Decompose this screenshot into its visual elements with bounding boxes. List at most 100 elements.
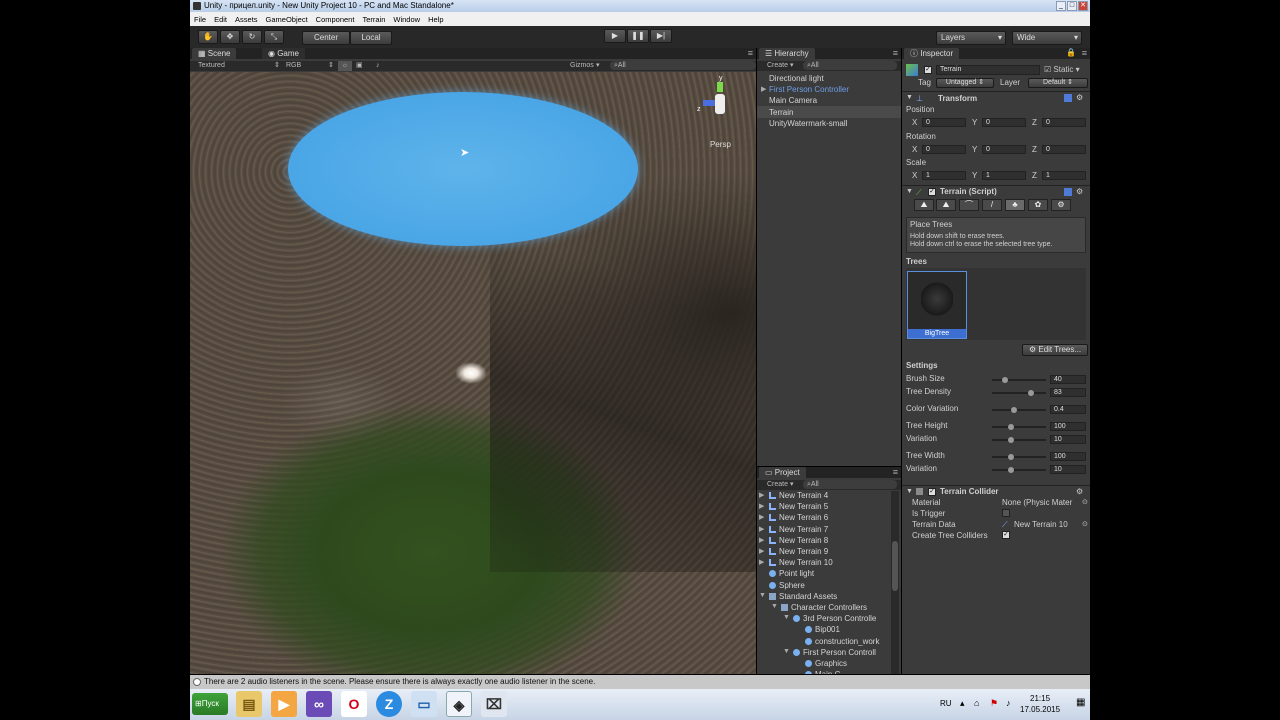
menu-component[interactable]: Component (316, 15, 355, 24)
scene-viewport[interactable]: ➤ y z Persp (190, 72, 756, 674)
pause-button[interactable]: ❚❚ (627, 29, 649, 43)
object-picker-icon[interactable]: ⊙ (1082, 520, 1088, 528)
light-gizmo-icon[interactable] (455, 362, 487, 384)
expand-arrow-icon[interactable]: ▶ (761, 85, 766, 93)
hierarchy-item[interactable]: Directional light (769, 74, 824, 83)
audio-icon[interactable]: ♪ (376, 61, 380, 71)
clock-date[interactable]: 17.05.2015 (1020, 705, 1060, 714)
collider-enabled-checkbox[interactable]: ✓ (928, 488, 936, 496)
rot-x-field[interactable]: 0 (922, 145, 966, 154)
scl-y-field[interactable]: 1 (982, 171, 1026, 180)
panel-menu-icon[interactable]: ≡ (893, 48, 898, 58)
help-icon[interactable] (1064, 188, 1072, 196)
param-slider[interactable] (992, 377, 1046, 383)
hierarchy-search-input[interactable]: ⌕All (803, 61, 897, 70)
param-slider[interactable] (992, 437, 1046, 443)
slider-knob[interactable] (1007, 424, 1014, 430)
pos-y-field[interactable]: 0 (982, 118, 1026, 127)
move-tool-button[interactable]: ✥ (220, 30, 240, 44)
image-icon[interactable]: ▣ (356, 61, 363, 71)
param-value-field[interactable]: 10 (1050, 465, 1086, 474)
lighting-toggle[interactable]: ☼ (338, 61, 352, 71)
expand-arrow-icon[interactable]: ▶ (759, 491, 764, 499)
maximize-button[interactable]: □ (1067, 1, 1077, 11)
project-item[interactable]: Sphere (769, 581, 805, 590)
gizmo-z-axis[interactable] (703, 100, 715, 106)
menu-file[interactable]: File (194, 15, 206, 24)
param-slider[interactable] (992, 407, 1046, 413)
pivot-space-toggle[interactable]: Local (350, 31, 392, 45)
param-slider[interactable] (992, 390, 1046, 396)
gear-icon[interactable]: ⚙ (1076, 487, 1083, 496)
expand-arrow-icon[interactable]: ▶ (759, 536, 764, 544)
hierarchy-create-dropdown[interactable]: Create ▾ (767, 61, 793, 71)
help-icon[interactable] (1064, 94, 1072, 102)
project-item[interactable]: New Terrain 7 (769, 525, 828, 534)
tray-arrow-icon[interactable]: ▴ (960, 698, 965, 709)
project-item[interactable]: New Terrain 5 (769, 502, 828, 511)
scrollbar-thumb[interactable] (892, 541, 898, 591)
param-slider[interactable] (992, 424, 1046, 430)
object-picker-icon[interactable]: ⊙ (1082, 498, 1088, 506)
project-search-input[interactable]: ⌕All (803, 480, 897, 489)
menu-edit[interactable]: Edit (214, 15, 227, 24)
create-tree-colliders-checkbox[interactable]: ✓ (1002, 531, 1010, 539)
hierarchy-item[interactable]: First Person Controller (769, 85, 849, 94)
opera-icon[interactable]: O (341, 691, 367, 717)
project-item[interactable]: First Person Controll (793, 648, 876, 657)
computer-icon[interactable]: ▭ (411, 691, 437, 717)
tab-scene[interactable]: ▦ Scene (192, 48, 237, 59)
zona-icon[interactable]: Z (376, 691, 402, 717)
tab-inspector[interactable]: ⓘ Inspector (904, 48, 960, 59)
scale-tool-button[interactable]: ⤡ (264, 30, 284, 44)
tag-dropdown[interactable]: Untagged ⇕ (936, 78, 994, 88)
tab-hierarchy[interactable]: ☰ Hierarchy (759, 48, 815, 59)
foldout-arrow-icon[interactable]: ▼ (906, 94, 913, 101)
raise-terrain-tool[interactable]: ⛰ (914, 199, 934, 211)
project-item[interactable]: Graphics (805, 659, 847, 668)
tray-flag-icon[interactable]: ⚑ (990, 698, 998, 709)
param-value-field[interactable]: 0.4 (1050, 405, 1086, 414)
network-icon[interactable]: ⌂ (974, 698, 979, 708)
project-create-dropdown[interactable]: Create ▾ (767, 480, 793, 490)
pos-z-field[interactable]: 0 (1042, 118, 1086, 127)
gear-icon[interactable]: ⚙ (1076, 93, 1083, 102)
expand-arrow-icon[interactable]: ▶ (759, 513, 764, 521)
expand-arrow-icon[interactable]: ▶ (759, 525, 764, 533)
slider-knob[interactable] (1007, 467, 1014, 473)
layer-dropdown[interactable]: Default ⇕ (1028, 78, 1088, 88)
expand-arrow-icon[interactable]: ▼ (783, 614, 790, 621)
slider-knob[interactable] (1011, 407, 1018, 413)
menu-window[interactable]: Window (393, 15, 420, 24)
project-item[interactable]: New Terrain 4 (769, 491, 828, 500)
object-name-field[interactable]: Terrain (936, 65, 1040, 75)
expand-arrow-icon[interactable]: ▶ (759, 558, 764, 566)
param-value-field[interactable]: 10 (1050, 435, 1086, 444)
paint-texture-tool[interactable]: / (982, 199, 1002, 211)
menu-assets[interactable]: Assets (235, 15, 258, 24)
close-button[interactable]: ✕ (1078, 1, 1088, 11)
language-indicator[interactable]: RU (940, 699, 952, 708)
scene-orientation-gizmo[interactable]: y z Persp (695, 75, 745, 150)
menu-gameobject[interactable]: GameObject (266, 15, 308, 24)
visual-studio-icon[interactable]: ∞ (306, 691, 332, 717)
minimize-button[interactable]: _ (1056, 1, 1066, 11)
rot-z-field[interactable]: 0 (1042, 145, 1086, 154)
expand-arrow-icon[interactable]: ▼ (783, 648, 790, 655)
layers-dropdown[interactable]: Layers ▾ (936, 31, 1006, 45)
hierarchy-item[interactable]: UnityWatermark-small (769, 119, 847, 128)
project-item[interactable]: construction_work (805, 637, 879, 646)
place-trees-tool[interactable]: ♣ (1005, 199, 1025, 211)
rot-y-field[interactable]: 0 (982, 145, 1026, 154)
tab-game[interactable]: ◉ Game (262, 48, 305, 59)
unity-icon[interactable]: ◈ (446, 691, 472, 717)
show-desktop-icon[interactable]: ▦ (1076, 697, 1085, 708)
project-item[interactable]: 3rd Person Controlle (793, 614, 876, 623)
hierarchy-item[interactable]: Terrain (769, 108, 793, 117)
clock-time[interactable]: 21:15 (1030, 694, 1050, 703)
layout-dropdown[interactable]: Wide ▾ (1012, 31, 1082, 45)
smooth-height-tool[interactable]: ⌒ (959, 199, 979, 211)
menu-terrain[interactable]: Terrain (362, 15, 385, 24)
render-mode-dropdown[interactable]: Textured (198, 61, 225, 71)
menu-help[interactable]: Help (428, 15, 443, 24)
